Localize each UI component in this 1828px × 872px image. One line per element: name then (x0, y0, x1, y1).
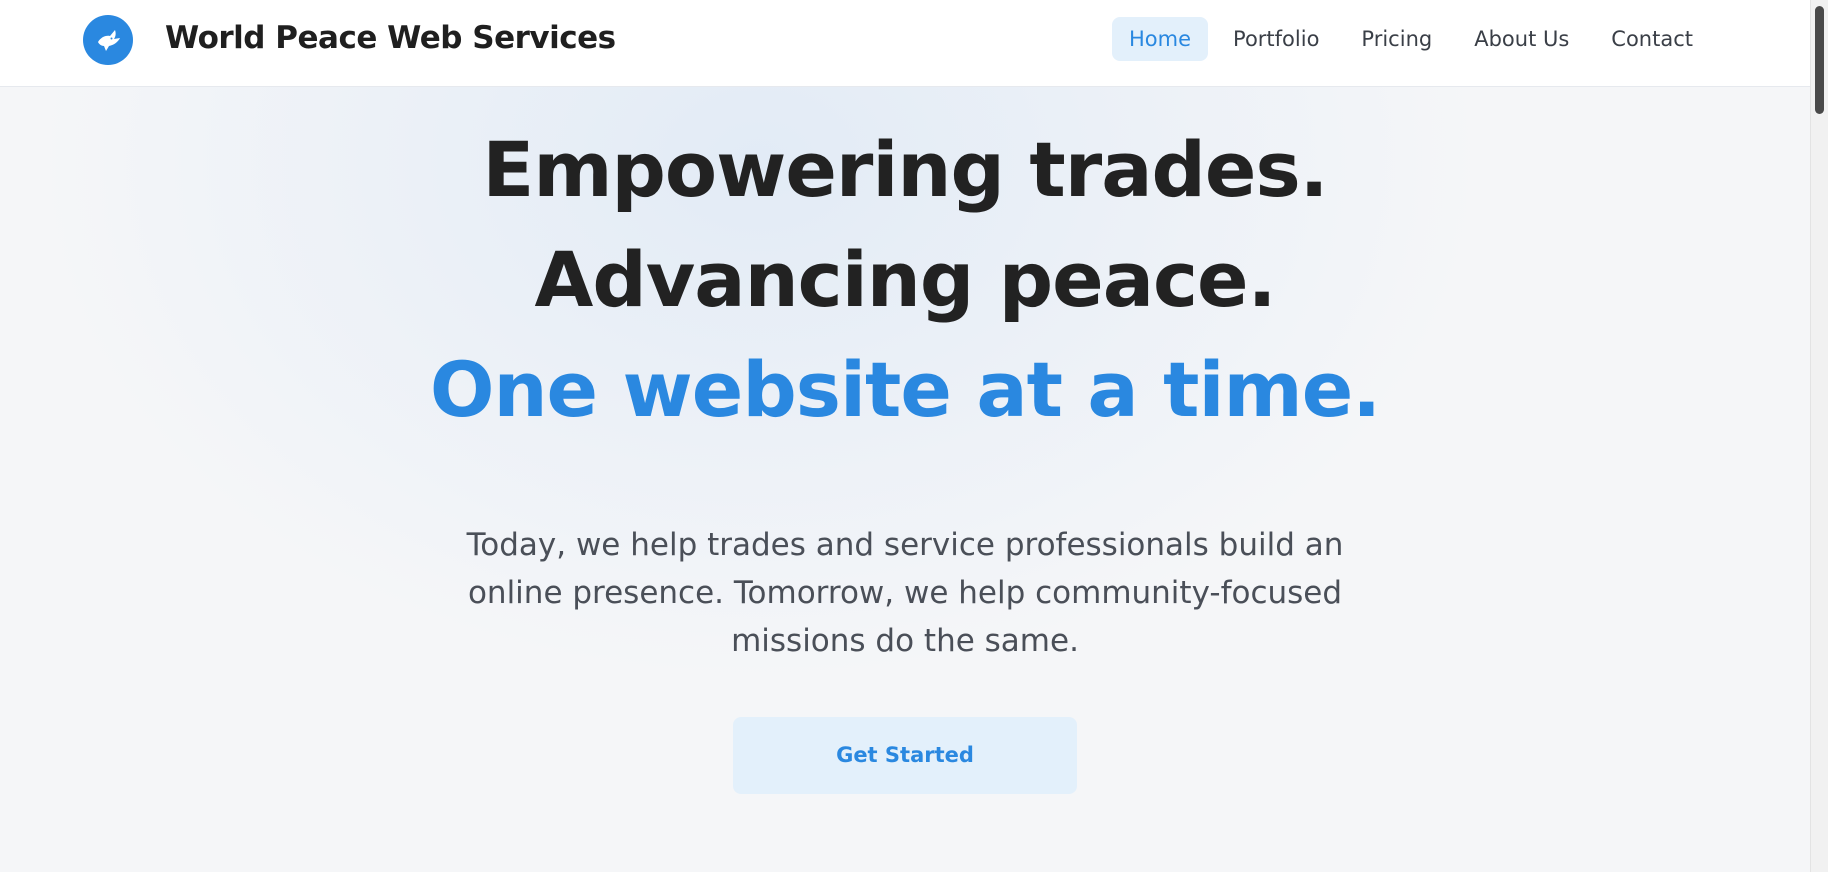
hero-section: Empowering trades. Advancing peace. One … (0, 87, 1810, 794)
nav-item-about-us[interactable]: About Us (1457, 17, 1586, 61)
nav-item-portfolio[interactable]: Portfolio (1216, 17, 1336, 61)
dove-glyph (98, 30, 120, 51)
nav-item-pricing[interactable]: Pricing (1344, 17, 1449, 61)
hero-headline-line-1: Empowering trades. (482, 125, 1328, 214)
hero-headline-line-2: Advancing peace. (534, 235, 1277, 324)
get-started-button[interactable]: Get Started (733, 717, 1077, 794)
hero-subtitle: Today, we help trades and service profes… (466, 527, 1344, 659)
site-brand-title[interactable]: World Peace Web Services (165, 18, 616, 58)
page-scrollbar[interactable] (1810, 0, 1828, 872)
page: World Peace Web Services Home Portfolio … (0, 0, 1828, 872)
scrollbar-thumb[interactable] (1815, 6, 1824, 114)
main-nav: Home Portfolio Pricing About Us Contact (1112, 17, 1710, 61)
hero-headline-line-3: One website at a time. (429, 345, 1381, 434)
nav-item-home[interactable]: Home (1112, 17, 1209, 61)
dove-icon[interactable] (83, 15, 133, 65)
nav-item-contact[interactable]: Contact (1594, 17, 1710, 61)
site-header: World Peace Web Services Home Portfolio … (0, 0, 1810, 87)
